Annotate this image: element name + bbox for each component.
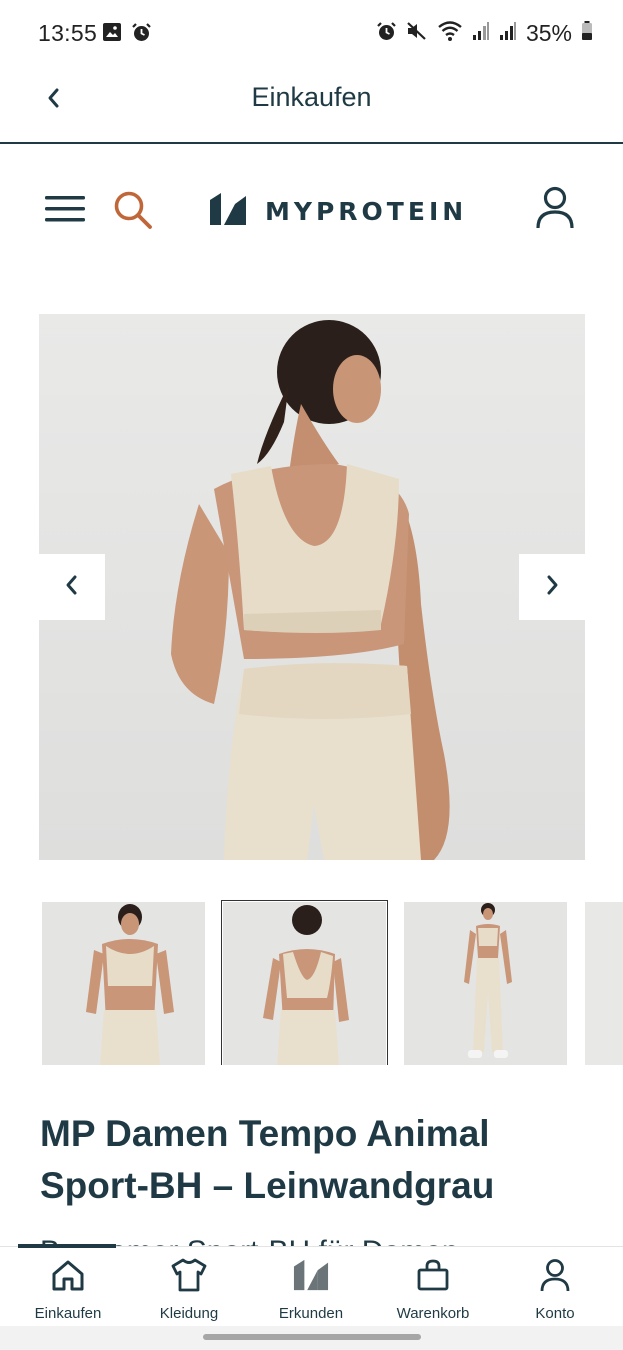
myprotein-logo-icon — [293, 1257, 329, 1293]
chevron-right-icon — [544, 574, 560, 601]
gallery-prev-button[interactable] — [39, 554, 105, 620]
active-tab-indicator — [18, 1244, 116, 1248]
myprotein-logo-icon — [209, 192, 247, 231]
status-bar: 13:55 35% — [0, 0, 623, 66]
product-title: MP Damen Tempo Animal Sport-BH – Leinwan… — [40, 1113, 495, 1206]
thumbnail-2[interactable] — [221, 900, 388, 1065]
tab-label: Erkunden — [278, 1305, 344, 1322]
product-image[interactable] — [39, 314, 585, 860]
menu-button[interactable] — [44, 194, 86, 224]
hamburger-menu-icon — [44, 196, 86, 228]
tab-einkaufen[interactable]: Einkaufen — [8, 1257, 128, 1325]
tab-label: Kleidung — [159, 1305, 219, 1322]
page-title: Einkaufen — [251, 82, 372, 112]
tab-label: Konto — [535, 1305, 575, 1322]
system-navigation-bar — [0, 1326, 623, 1350]
alarm-icon — [131, 22, 152, 48]
chevron-left-icon — [64, 574, 80, 601]
tab-label: Warenkorb — [396, 1305, 470, 1322]
signal-icon — [472, 21, 490, 46]
user-icon — [534, 186, 576, 234]
signal-icon — [499, 21, 517, 46]
search-button[interactable] — [112, 189, 154, 231]
gesture-handle[interactable] — [203, 1334, 421, 1340]
product-photo — [39, 314, 585, 860]
search-icon — [112, 191, 154, 235]
thumbnail-1[interactable] — [42, 902, 205, 1065]
tab-warenkorb[interactable]: Warenkorb — [373, 1257, 493, 1325]
user-icon — [537, 1257, 573, 1293]
tab-erkunden[interactable]: Erkunden — [251, 1257, 371, 1325]
tshirt-icon — [171, 1257, 207, 1293]
shopping-bag-icon — [415, 1257, 451, 1293]
alarm-icon — [376, 21, 397, 47]
myprotein-logo[interactable]: MYPROTEIN — [209, 192, 467, 231]
tab-kleidung[interactable]: Kleidung — [129, 1257, 249, 1325]
gallery-icon — [102, 22, 122, 48]
wifi-icon — [437, 20, 463, 47]
thumbnail-3[interactable] — [404, 902, 567, 1065]
site-navigation: MYPROTEIN — [0, 180, 623, 240]
logo-text: MYPROTEIN — [265, 197, 468, 226]
status-right-icons: 35% — [376, 20, 593, 47]
tab-konto[interactable]: Konto — [495, 1257, 615, 1325]
gallery-next-button[interactable] — [519, 554, 585, 620]
tab-label: Einkaufen — [34, 1305, 102, 1322]
account-button[interactable] — [534, 186, 576, 230]
status-time: 13:55 — [38, 20, 98, 46]
thumbnail-strip — [42, 900, 623, 1065]
app-header: Einkaufen — [0, 66, 623, 144]
battery-percent: 35% — [525, 20, 572, 46]
bottom-tab-bar: Einkaufen Kleidung Erkunden Warenkorb Ko… — [0, 1244, 623, 1326]
mute-icon — [406, 21, 428, 46]
thumbnail-4[interactable] — [585, 902, 623, 1065]
status-left-icons — [102, 22, 152, 48]
battery-icon — [581, 21, 593, 46]
home-icon — [50, 1257, 86, 1293]
